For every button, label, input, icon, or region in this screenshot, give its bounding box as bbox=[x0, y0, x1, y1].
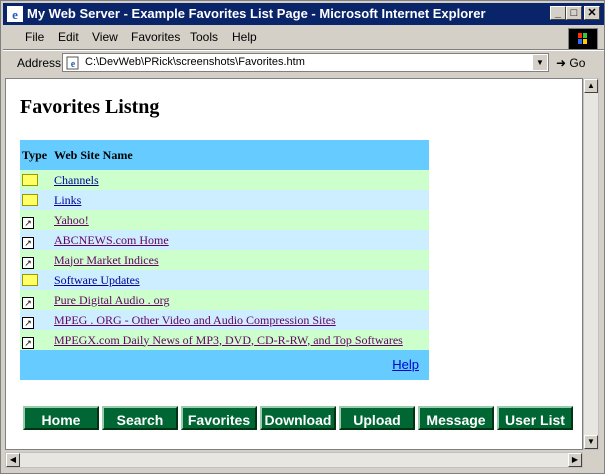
vertical-scrollbar[interactable]: ▲ ▼ bbox=[583, 78, 599, 450]
shortcut-icon: ↗ bbox=[22, 236, 34, 249]
folder-icon bbox=[22, 174, 38, 186]
row-type bbox=[20, 190, 52, 210]
menu-favorites[interactable]: Favorites bbox=[131, 30, 180, 44]
address-input[interactable]: e C:\DevWeb\PRick\screenshots\Favorites.… bbox=[62, 53, 549, 72]
folder-icon bbox=[22, 194, 38, 206]
shortcut-icon: ↗ bbox=[22, 256, 34, 269]
internet-explorer-icon: e bbox=[7, 6, 23, 22]
row-type bbox=[20, 170, 52, 190]
table-row: ↗ Pure Digital Audio . org bbox=[20, 290, 429, 310]
address-url: C:\DevWeb\PRick\screenshots\Favorites.ht… bbox=[85, 56, 305, 68]
table-row: ↗ MPEG . ORG - Other Video and Audio Com… bbox=[20, 310, 429, 330]
shortcut-icon: ↗ bbox=[22, 336, 34, 349]
address-bar: Address e C:\DevWeb\PRick\screenshots\Fa… bbox=[3, 50, 604, 75]
window-title: My Web Server - Example Favorites List P… bbox=[27, 6, 486, 21]
row-type: ↗ bbox=[20, 230, 52, 250]
shortcut-icon: ↗ bbox=[22, 216, 34, 229]
table-header-row: Type Web Site Name bbox=[20, 140, 429, 170]
page-title: Favorites Listng bbox=[20, 96, 160, 118]
svg-text:e: e bbox=[71, 59, 76, 70]
address-dropdown-arrow-icon[interactable]: ▼ bbox=[532, 55, 547, 70]
row-type: ↗ bbox=[20, 210, 52, 230]
download-button[interactable]: Download bbox=[260, 406, 336, 430]
row-name: Pure Digital Audio . org bbox=[52, 290, 429, 310]
go-label: Go bbox=[569, 56, 586, 70]
row-name: Yahoo! bbox=[52, 210, 429, 230]
menu-tools[interactable]: Tools bbox=[190, 30, 218, 44]
page-icon: e bbox=[66, 56, 79, 70]
favorite-link[interactable]: MPEGX.com Daily News of MP3, DVD, CD-R-R… bbox=[54, 333, 403, 347]
title-bar: e My Web Server - Example Favorites List… bbox=[3, 3, 604, 25]
horizontal-scrollbar[interactable]: ◀ ▶ bbox=[5, 452, 583, 468]
folder-icon bbox=[22, 274, 38, 286]
footer-cell: Help bbox=[20, 350, 429, 380]
favorites-button[interactable]: Favorites bbox=[181, 406, 257, 430]
page-content: Favorites Listng Type Web Site Name Chan… bbox=[5, 78, 583, 450]
windows-logo-icon bbox=[568, 28, 598, 50]
favorite-link[interactable]: Yahoo! bbox=[54, 213, 89, 227]
scroll-up-icon[interactable]: ▲ bbox=[584, 79, 598, 93]
row-name: MPEG . ORG - Other Video and Audio Compr… bbox=[52, 310, 429, 330]
scroll-down-icon[interactable]: ▼ bbox=[584, 435, 598, 449]
favorite-link[interactable]: Software Updates bbox=[54, 273, 140, 287]
upload-button[interactable]: Upload bbox=[339, 406, 415, 430]
message-button[interactable]: Message bbox=[418, 406, 494, 430]
close-button[interactable]: ✕ bbox=[584, 6, 600, 20]
row-type bbox=[20, 270, 52, 290]
column-header-site-name: Web Site Name bbox=[52, 140, 429, 170]
favorite-link[interactable]: Channels bbox=[54, 173, 99, 187]
table-row: ↗ Major Market Indices bbox=[20, 250, 429, 270]
search-button[interactable]: Search bbox=[102, 406, 178, 430]
maximize-button[interactable]: □ bbox=[566, 6, 582, 20]
shortcut-icon: ↗ bbox=[22, 296, 34, 309]
favorites-table: Type Web Site Name Channels Links ↗ Yaho… bbox=[20, 140, 429, 380]
table-row: ↗ MPEGX.com Daily News of MP3, DVD, CD-R… bbox=[20, 330, 429, 350]
favorite-link[interactable]: Pure Digital Audio . org bbox=[54, 293, 169, 307]
user-list-button[interactable]: User List bbox=[497, 406, 573, 430]
favorite-link[interactable]: Major Market Indices bbox=[54, 253, 159, 267]
shortcut-icon: ↗ bbox=[22, 316, 34, 329]
favorite-link[interactable]: Links bbox=[54, 193, 81, 207]
menu-edit[interactable]: Edit bbox=[58, 30, 79, 44]
table-row: Links bbox=[20, 190, 429, 210]
svg-text:e: e bbox=[12, 7, 18, 22]
row-name: Major Market Indices bbox=[52, 250, 429, 270]
row-type: ↗ bbox=[20, 250, 52, 270]
scroll-right-icon[interactable]: ▶ bbox=[568, 453, 582, 467]
scroll-left-icon[interactable]: ◀ bbox=[6, 453, 20, 467]
help-link[interactable]: Help bbox=[392, 357, 419, 372]
browser-window: e My Web Server - Example Favorites List… bbox=[0, 0, 605, 474]
table-row: ↗ Yahoo! bbox=[20, 210, 429, 230]
table-row: ↗ ABCNEWS.com Home bbox=[20, 230, 429, 250]
row-name: Channels bbox=[52, 170, 429, 190]
favorite-link[interactable]: ABCNEWS.com Home bbox=[54, 233, 169, 247]
table-row: Software Updates bbox=[20, 270, 429, 290]
go-button[interactable]: ➜ Go bbox=[556, 56, 585, 70]
menu-help[interactable]: Help bbox=[232, 30, 257, 44]
row-name: ABCNEWS.com Home bbox=[52, 230, 429, 250]
row-name: Software Updates bbox=[52, 270, 429, 290]
row-type: ↗ bbox=[20, 310, 52, 330]
minimize-button[interactable]: _ bbox=[550, 6, 566, 20]
row-name: MPEGX.com Daily News of MP3, DVD, CD-R-R… bbox=[52, 330, 429, 350]
address-label: Address bbox=[17, 56, 62, 70]
favorite-link[interactable]: MPEG . ORG - Other Video and Audio Compr… bbox=[54, 313, 336, 327]
menu-bar: File Edit View Favorites Tools Help bbox=[3, 27, 604, 50]
row-name: Links bbox=[52, 190, 429, 210]
go-arrow-icon: ➜ bbox=[556, 56, 567, 70]
menu-view[interactable]: View bbox=[92, 30, 118, 44]
table-footer-row: Help bbox=[20, 350, 429, 380]
home-button[interactable]: Home bbox=[23, 406, 99, 430]
menu-file[interactable]: File bbox=[25, 30, 44, 44]
row-type: ↗ bbox=[20, 330, 52, 350]
row-type: ↗ bbox=[20, 290, 52, 310]
column-header-type: Type bbox=[20, 140, 52, 170]
table-row: Channels bbox=[20, 170, 429, 190]
